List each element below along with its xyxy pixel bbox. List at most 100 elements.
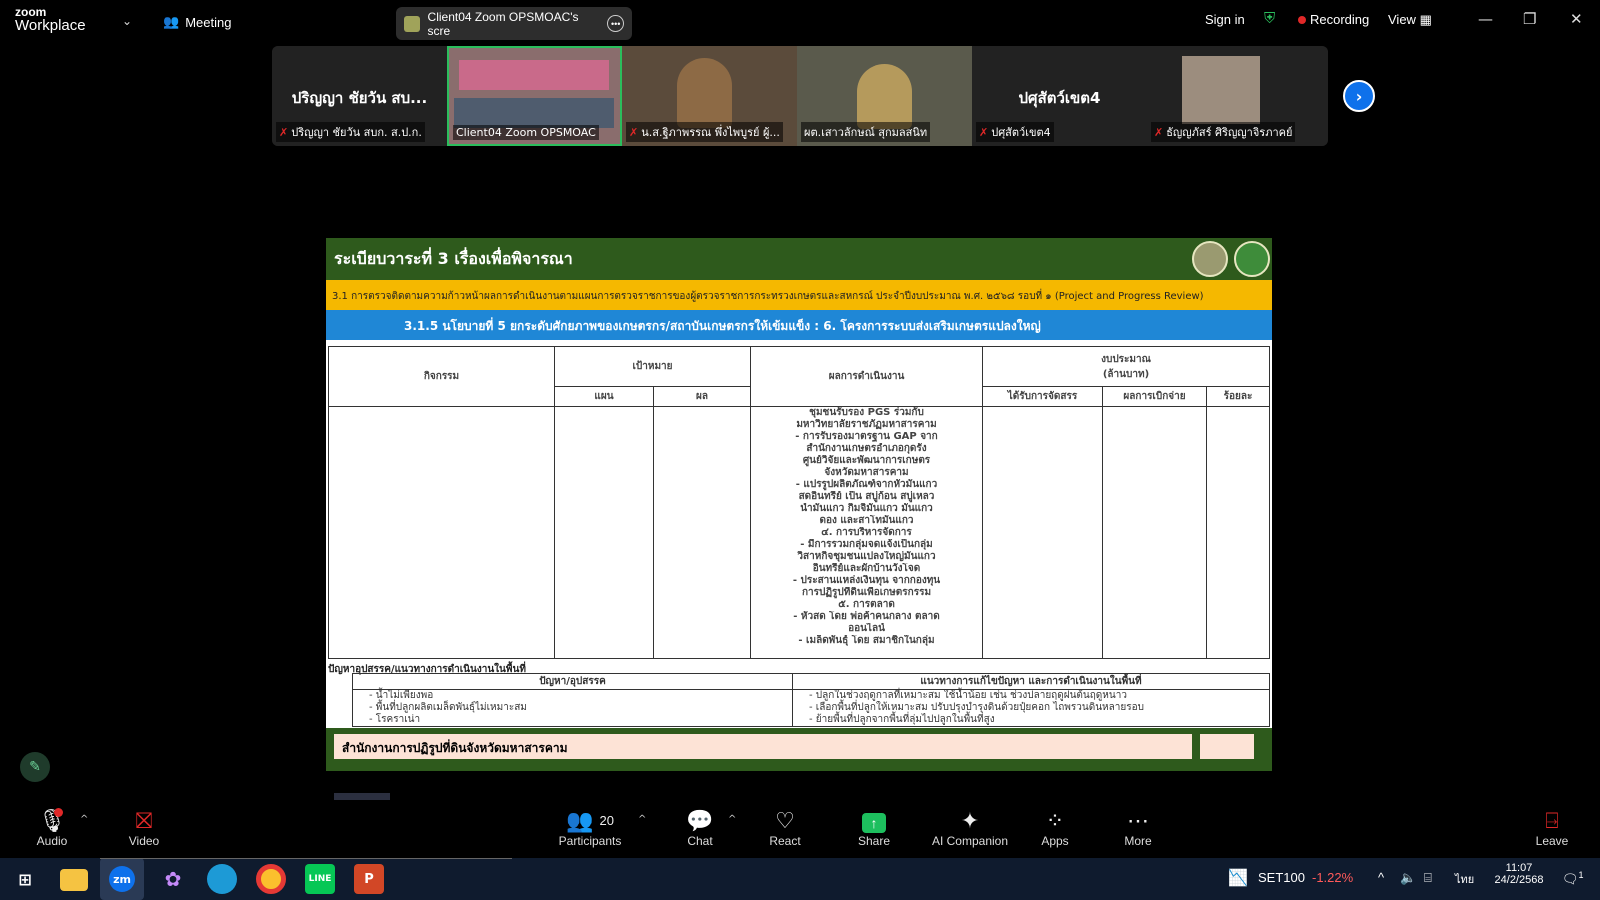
shared-slide: ระเบียบวาระที่ 3 เรื่องเพื่อพิจารณา 3.1 … bbox=[326, 238, 1272, 771]
zoom-logo: zoom Workplace bbox=[15, 6, 86, 34]
chat-options-chevron-icon[interactable]: ^ bbox=[728, 814, 736, 825]
windows-start-icon[interactable]: ⊞ bbox=[10, 864, 40, 894]
shield-check-icon[interactable]: ⛨ bbox=[1264, 10, 1275, 27]
header-result: ผล bbox=[653, 386, 751, 407]
zoom-taskbar-tile[interactable]: zm bbox=[100, 858, 144, 900]
language-indicator[interactable]: ไทย bbox=[1455, 870, 1474, 888]
result-line: มหาวิทยาลัยราชภัฏมหาสารคาม bbox=[796, 419, 937, 430]
speaker-icon[interactable]: 🔈 bbox=[1400, 870, 1416, 886]
more-options-icon[interactable]: ••• bbox=[607, 15, 624, 32]
minimize-icon[interactable]: — bbox=[1478, 10, 1493, 28]
close-icon[interactable]: ✕ bbox=[1570, 10, 1583, 28]
audio-options-chevron-icon[interactable]: ^ bbox=[80, 814, 88, 825]
leave-button[interactable]: ⍈ Leave bbox=[1535, 808, 1569, 848]
view-button[interactable]: View ▦ bbox=[1388, 12, 1432, 28]
participant-caption: Client04 Zoom OPSMOAC bbox=[453, 125, 599, 140]
react-button[interactable]: ♡ React bbox=[768, 808, 802, 848]
powerpoint-icon[interactable]: P bbox=[354, 864, 384, 894]
mic-off-icon: ✗ bbox=[629, 126, 639, 139]
solution-item: - ปลูกในช่วงฤดูกาลที่เหมาะสม ใช้น้ำน้อย … bbox=[809, 690, 1127, 701]
cell-plan bbox=[554, 406, 654, 659]
leave-label: Leave bbox=[1535, 834, 1569, 848]
participant-strip: ปริญญา ชัยวัน สบ... ✗ ปริญญา ชัยวัน สบก. … bbox=[272, 46, 1328, 146]
chrome-browser-icon[interactable] bbox=[256, 864, 286, 894]
apps-button[interactable]: ⁘ Apps bbox=[1040, 808, 1070, 848]
stock-chart-icon: 📉 bbox=[1228, 870, 1248, 887]
pencil-icon[interactable]: ✎ bbox=[20, 752, 50, 782]
participant-tile[interactable]: ปศุสัตว์เขต4 ✗ ปศุสัตว์เขต4 bbox=[972, 46, 1147, 146]
clock[interactable]: 11:07 24/2/2568 bbox=[1492, 862, 1546, 886]
share-label: Share bbox=[857, 834, 891, 848]
org-logo-1 bbox=[1192, 241, 1228, 277]
windows-taskbar: ⊞ zm ✿ LINE P 📉 SET100 -1.22% ^ 🔈 ⌸ ไทย … bbox=[0, 858, 1600, 900]
solutions-cell: - ปลูกในช่วงฤดูกาลที่เหมาะสม ใช้น้ำน้อย … bbox=[792, 689, 1270, 727]
sign-in-link[interactable]: Sign in bbox=[1205, 12, 1245, 27]
meeting-label: Meeting bbox=[185, 14, 232, 30]
line-app-icon[interactable]: LINE bbox=[305, 864, 335, 894]
network-icon[interactable]: ⌸ bbox=[1424, 870, 1432, 886]
header-performance: ผลการดำเนินงาน bbox=[750, 346, 983, 407]
share-title: Client04 Zoom OPSMOAC's scre bbox=[427, 9, 579, 38]
video-button[interactable]: ⛝ Video bbox=[124, 808, 164, 848]
chevron-down-icon[interactable]: ⌄ bbox=[122, 14, 132, 28]
participant-name-large: ปศุสัตว์เขต4 bbox=[1018, 89, 1101, 107]
recording-indicator[interactable]: Recording bbox=[1298, 12, 1369, 27]
cell-performance: ชุมชนรับรอง PGS ร่วมกับ มหาวิทยาลัยราชภั… bbox=[750, 406, 983, 659]
problem-item: - น้ำไม่เพียงพอ bbox=[369, 690, 434, 701]
microphone-icon: 🎙 bbox=[38, 808, 66, 833]
react-label: React bbox=[769, 834, 801, 848]
video-person bbox=[677, 58, 732, 128]
notification-count: 1 bbox=[1578, 870, 1584, 880]
restore-icon[interactable]: ❐ bbox=[1523, 10, 1536, 28]
participant-tile[interactable]: ปริญญา ชัยวัน สบ... ✗ ปริญญา ชัยวัน สบก. … bbox=[272, 46, 447, 146]
sparkle-icon: ✦ bbox=[960, 808, 980, 833]
clock-date: 24/2/2568 bbox=[1494, 874, 1544, 886]
participant-tile-video[interactable]: Client04 Zoom OPSMOAC bbox=[447, 46, 622, 146]
avatar bbox=[1182, 56, 1260, 124]
audio-button[interactable]: 🎙 Audio bbox=[34, 808, 70, 848]
participant-caption: ✗ ปศุสัตว์เขต4 bbox=[976, 122, 1054, 142]
result-line: - แปรรูปผลิตภัณฑ์จากหัวมันแกว bbox=[795, 479, 938, 490]
header-budget: งบประมาณ (ล้านบาท) bbox=[982, 346, 1270, 387]
tray-chevron-up-icon[interactable]: ^ bbox=[1378, 870, 1384, 885]
result-line: ๔. การบริหารจัดการ bbox=[821, 527, 912, 538]
participants-options-chevron-icon[interactable]: ^ bbox=[638, 814, 646, 825]
result-line: - มีการรวมกลุ่มจดแจ้งเป็นกลุ่ม bbox=[800, 539, 933, 550]
audio-label: Audio bbox=[36, 834, 68, 848]
notification-icon[interactable]: 🗨1 bbox=[1562, 870, 1584, 887]
top-bar: zoom Workplace ⌄ 👥 Meeting Client04 Zoom… bbox=[0, 0, 1600, 45]
heart-icon: ♡ bbox=[775, 808, 795, 833]
participant-caption: ✗ ปริญญา ชัยวัน สบก. ส.ป.ก. bbox=[276, 122, 425, 142]
org-logo-2 bbox=[1234, 241, 1270, 277]
record-dot-icon bbox=[1298, 16, 1306, 24]
result-line: วิสาหกิจชุมชนแปลงใหญ่มันแกว bbox=[797, 551, 936, 562]
participant-tile-video[interactable]: ผต.เสาวลักษณ์ สุกมลสนิท bbox=[797, 46, 972, 146]
video-off-icon: ⛝ bbox=[135, 808, 153, 833]
meeting-info-button[interactable]: 👥 Meeting bbox=[163, 14, 231, 30]
edge-browser-icon[interactable] bbox=[207, 864, 237, 894]
logo-line2: Workplace bbox=[15, 17, 86, 34]
screen-share-pill[interactable]: Client04 Zoom OPSMOAC's scre ••• bbox=[396, 7, 632, 40]
next-page-arrow-icon[interactable]: › bbox=[1343, 80, 1375, 112]
problem-header: ปัญหา/อุปสรรค bbox=[352, 673, 793, 690]
chat-button[interactable]: 💬 Chat bbox=[685, 808, 715, 848]
file-explorer-icon[interactable] bbox=[60, 869, 88, 891]
more-button[interactable]: ⋯ More bbox=[1122, 808, 1154, 848]
recording-label: Recording bbox=[1310, 12, 1370, 27]
slide-footer: สำนักงานการปฏิรูปที่ดินจังหวัดมหาสารคาม bbox=[326, 728, 1272, 771]
stock-name[interactable]: SET100 bbox=[1258, 870, 1305, 885]
apps-icon: ⁘ bbox=[1045, 808, 1065, 833]
view-label: View bbox=[1388, 12, 1416, 27]
more-label: More bbox=[1124, 834, 1152, 848]
slide-subheading-blue: 3.1.5 นโยบายที่ 5 ยกระดับศักยภาพของเกษตร… bbox=[326, 310, 1272, 340]
participant-tile-video[interactable]: ✗ น.ส.ฐิภาพรรณ พึ่งไพบูรย์ ผู้... bbox=[622, 46, 797, 146]
participants-button[interactable]: 👥 20 Participants bbox=[558, 808, 622, 848]
copilot-icon[interactable]: ✿ bbox=[158, 864, 188, 894]
result-line: - หัวสด โดย พ่อค้าคนกลาง ตลาด bbox=[793, 611, 940, 622]
participant-caption: ผต.เสาวลักษณ์ สุกมลสนิท bbox=[801, 122, 931, 142]
participant-tile-avatar[interactable]: ✗ ธัญญภัสร์ ศิริญญาจิรภาคย์ bbox=[1147, 46, 1328, 146]
ai-companion-button[interactable]: ✦ AI Companion bbox=[930, 808, 1010, 848]
share-button[interactable]: ↑ Share bbox=[857, 808, 891, 848]
cell-activity bbox=[328, 406, 555, 659]
mic-off-icon: ✗ bbox=[1154, 126, 1164, 139]
